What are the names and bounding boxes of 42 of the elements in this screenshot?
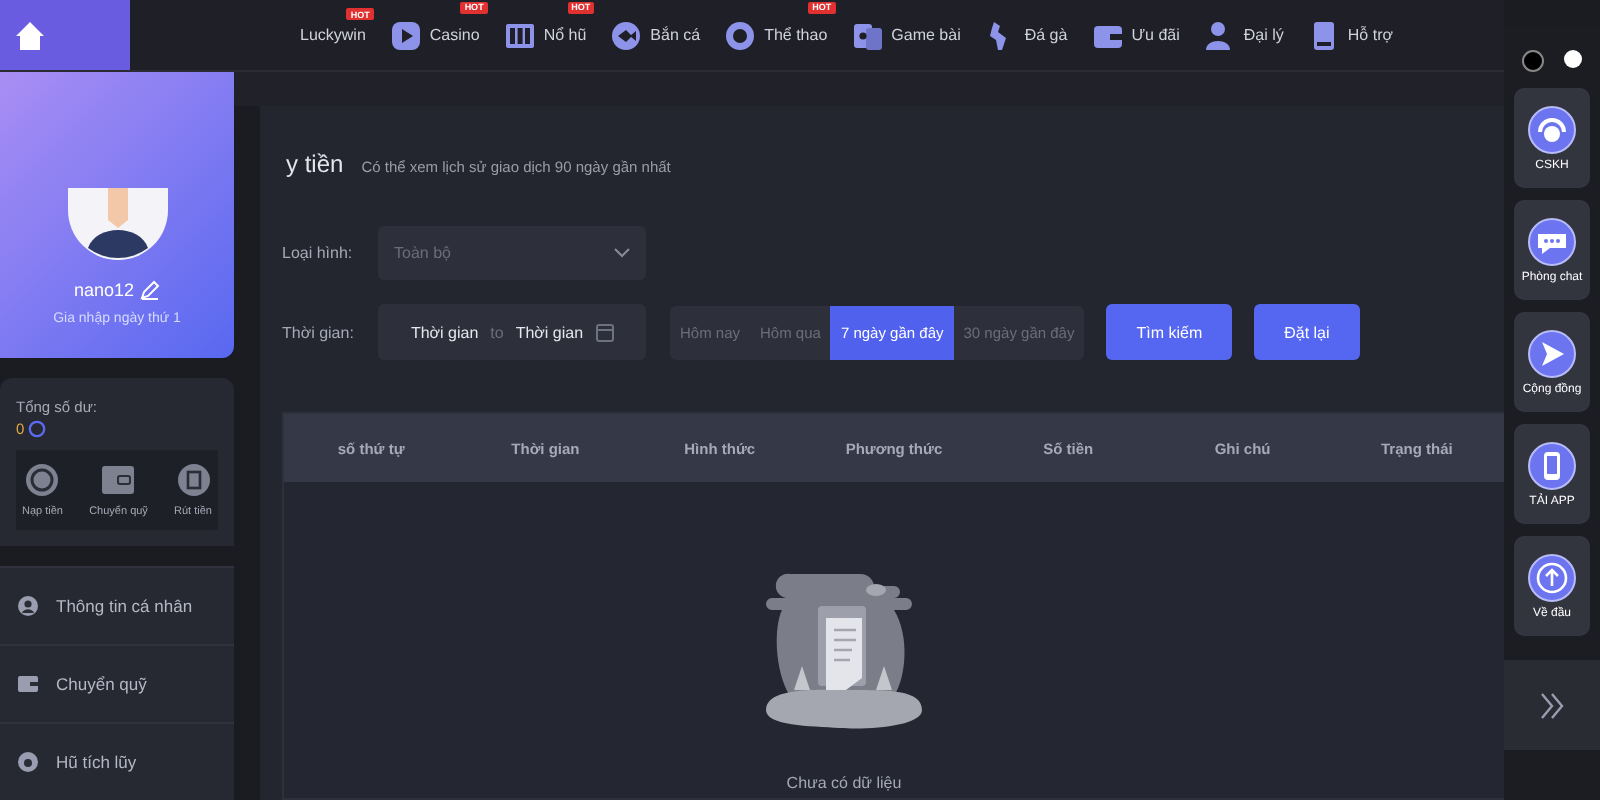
person-icon <box>1203 19 1236 51</box>
nav-link[interactable]: Đá gà <box>984 19 1068 51</box>
chevron-down-icon <box>614 248 630 258</box>
nav-link[interactable]: Ưu đãi <box>1091 19 1180 51</box>
type-label: Loại hình: <box>282 244 355 262</box>
date-range-field[interactable]: Thời gian to Thời gian <box>378 304 646 360</box>
home-button[interactable] <box>0 0 130 70</box>
nav-link[interactable]: Game bài <box>851 19 961 51</box>
time-label: Thời gian: <box>282 323 356 341</box>
user-icon <box>18 596 38 616</box>
withdraw-icon <box>175 462 211 498</box>
wallet-icon <box>100 462 137 498</box>
empty-state-text: Chưa có dữ liệu <box>786 774 902 792</box>
filter-button[interactable]: Đặt lại <box>1254 304 1360 360</box>
edit-icon[interactable] <box>140 280 161 300</box>
send-icon <box>1528 329 1576 377</box>
home-icon <box>12 17 48 53</box>
light-theme-toggle[interactable] <box>1564 50 1582 68</box>
page-title: y tiền <box>286 150 344 178</box>
play-icon <box>389 19 422 51</box>
sidebar-menu-item[interactable]: Chuyển quỹ <box>0 644 234 722</box>
double-chevron-icon <box>1536 689 1568 721</box>
headset-icon <box>1528 105 1576 153</box>
sidebar-menu-item[interactable]: Hũ tích lũy <box>0 722 234 800</box>
chat-icon <box>1528 217 1576 265</box>
coin-icon <box>24 462 61 498</box>
fish-icon <box>610 19 643 51</box>
dark-theme-toggle[interactable] <box>1522 50 1544 72</box>
cards-icon <box>851 19 884 51</box>
nav-link[interactable]: Đại lý <box>1203 19 1284 51</box>
nav-link[interactable]: Hỗ trợ <box>1307 19 1393 51</box>
refresh-icon[interactable] <box>28 420 47 438</box>
username: nano12 <box>73 280 135 300</box>
calendar-icon <box>595 322 614 342</box>
wallet-icon <box>18 674 38 694</box>
avatar-icon <box>67 188 167 260</box>
arrow-up-icon <box>1528 553 1576 601</box>
phone-icon <box>1528 441 1576 489</box>
nav-link[interactable]: Bắn cá <box>610 19 701 51</box>
slot-machine-icon <box>503 19 536 51</box>
sidebar-menu-item[interactable]: Thông tin cá nhân <box>0 566 234 644</box>
filter-button[interactable]: Tìm kiếm <box>1106 304 1233 360</box>
